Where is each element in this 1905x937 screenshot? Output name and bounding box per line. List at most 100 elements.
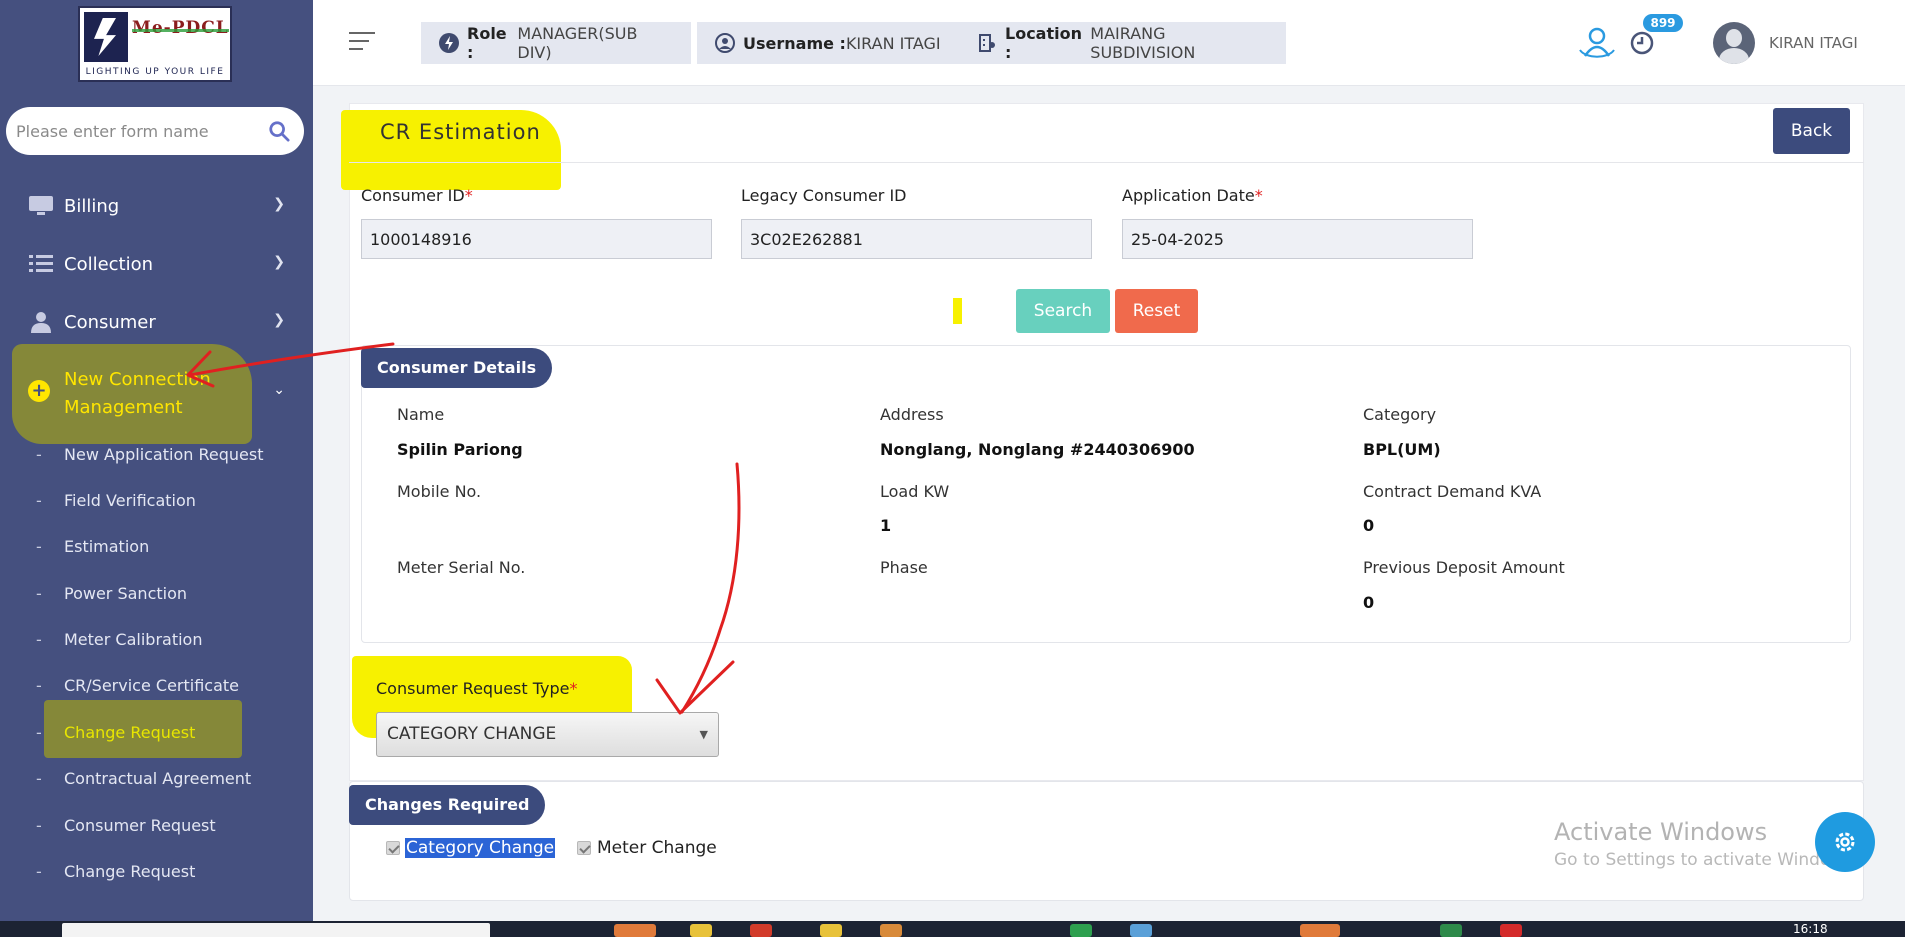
excel-icon[interactable] <box>1440 924 1462 937</box>
back-button[interactable]: Back <box>1773 108 1850 154</box>
form-search <box>6 107 304 155</box>
building-icon <box>979 34 995 52</box>
user-icon <box>28 309 54 335</box>
username-value: KIRAN ITAGI <box>845 33 941 53</box>
taskbar-app-icon[interactable] <box>880 924 902 937</box>
username-label: Username : <box>743 33 846 53</box>
highlight-mark <box>953 298 962 324</box>
sidebar-item-label: Management <box>64 397 183 418</box>
sidebar-sub-power-sanction[interactable]: - Power Sanction <box>0 580 313 610</box>
sidebar-item-consumer[interactable]: Consumer ❯ <box>0 298 313 346</box>
taskbar-app-icon[interactable] <box>614 924 656 937</box>
location-chip: Location : MAIRANG SUBDIVISION <box>959 22 1286 64</box>
request-type-select[interactable]: CATEGORY CHANGE ▼ <box>376 712 719 757</box>
dash-icon: - <box>36 862 42 881</box>
legacy-consumer-id-label: Legacy Consumer ID <box>741 186 907 205</box>
sidebar-sub-contractual-agreement[interactable]: - Contractual Agreement <box>0 765 313 795</box>
request-type-label: Consumer Request Type* <box>376 679 578 698</box>
plus-circle-icon: + <box>28 380 50 402</box>
chevron-right-icon: ❯ <box>273 312 285 328</box>
changes-required-heading: Changes Required <box>349 785 546 825</box>
taskbar-app-icon[interactable] <box>1130 924 1152 937</box>
username-chip: Username : KIRAN ITAGI <box>697 22 967 64</box>
sidebar-sub-new-application-request[interactable]: - New Application Request <box>0 441 313 471</box>
taskbar-app-icon[interactable] <box>820 924 842 937</box>
category-change-checkbox[interactable] <box>386 841 400 855</box>
taskbar-clock: 16:18 <box>1793 922 1828 936</box>
location-value: MAIRANG SUBDIVISION <box>1090 24 1196 62</box>
role-label: Role : <box>467 24 507 62</box>
sidebar-sub-change-request-2[interactable]: - Change Request <box>0 858 313 888</box>
user-sync-icon[interactable] <box>1577 26 1617 62</box>
monitor-icon <box>28 193 54 219</box>
sidebar-item-billing[interactable]: Billing ❯ <box>0 182 313 230</box>
form-search-input[interactable] <box>16 113 266 149</box>
taskbar-app-icon[interactable] <box>1500 924 1522 937</box>
search-icon[interactable] <box>268 120 290 142</box>
taskbar-app-icon[interactable] <box>1300 924 1340 937</box>
sidebar-item-new-connection-management[interactable]: + New Connection Management ⌄ <box>0 360 313 430</box>
name-value: Spilin Pariong <box>397 440 523 459</box>
settings-fab[interactable] <box>1815 812 1875 872</box>
folder-icon[interactable] <box>690 924 712 937</box>
sidebar-sub-estimation[interactable]: - Estimation <box>0 533 313 563</box>
chevron-down-icon: ⌄ <box>273 382 285 398</box>
sidebar-sub-cr-service-certificate[interactable]: - CR/Service Certificate <box>0 672 313 702</box>
deposit-label: Previous Deposit Amount <box>1363 558 1565 577</box>
bolt-circle-icon <box>439 33 459 53</box>
logo-tagline: LIGHTING UP YOUR LIFE <box>85 67 225 77</box>
sidebar-sub-consumer-request[interactable]: - Consumer Request <box>0 812 313 842</box>
company-logo[interactable]: Me-PDCL LIGHTING UP YOUR LIFE <box>78 6 232 82</box>
category-value: BPL(UM) <box>1363 440 1441 459</box>
dash-icon: - <box>36 537 42 556</box>
category-change-label[interactable]: Category Change <box>405 838 556 858</box>
sidebar-sub-meter-calibration[interactable]: - Meter Calibration <box>0 626 313 656</box>
gear-icon <box>1835 832 1855 852</box>
meter-change-label[interactable]: Meter Change <box>597 838 717 858</box>
dash-icon: - <box>36 630 42 649</box>
chrome-icon[interactable] <box>750 924 772 937</box>
taskbar-search[interactable] <box>62 923 490 937</box>
consumer-details-section <box>361 345 1851 643</box>
address-label: Address <box>880 405 944 424</box>
clock-icon[interactable] <box>1629 30 1655 56</box>
sidebar-item-label: Consumer <box>64 311 156 333</box>
dash-icon: - <box>36 445 42 464</box>
page-title: CR Estimation <box>380 120 541 144</box>
sidebar-item-label: New Connection <box>64 369 211 390</box>
meter-change-checkbox[interactable] <box>577 841 591 855</box>
chevron-right-icon: ❯ <box>273 254 285 270</box>
taskbar-app-icon[interactable] <box>1070 924 1092 937</box>
reset-button[interactable]: Reset <box>1115 289 1198 333</box>
consumer-id-input[interactable] <box>361 219 712 259</box>
header-user-name[interactable]: KIRAN ITAGI <box>1769 34 1858 52</box>
sidebar-sub-field-verification[interactable]: - Field Verification <box>0 487 313 517</box>
divider <box>349 162 1864 163</box>
category-label: Category <box>1363 405 1437 424</box>
address-value: Nonglang, Nonglang #2440306900 <box>880 440 1195 459</box>
request-type-value: CATEGORY CHANGE <box>387 724 557 744</box>
top-header: Role : MANAGER(SUB DIV) Username : KIRAN I… <box>313 0 1905 86</box>
deposit-value: 0 <box>1363 593 1375 612</box>
role-value: MANAGER(SUB DIV) <box>517 24 638 62</box>
avatar[interactable] <box>1713 22 1755 64</box>
logo-brand: Me-PDCL <box>132 18 229 38</box>
consumer-id-label: Consumer ID* <box>361 186 473 205</box>
windows-taskbar: 16:18 <box>0 921 1905 937</box>
sidebar-item-collection[interactable]: Collection ❯ <box>0 240 313 288</box>
sidebar-item-label: Collection <box>64 253 154 275</box>
application-date-input[interactable] <box>1122 219 1473 259</box>
load-kw-label: Load KW <box>880 482 950 501</box>
mobile-label: Mobile No. <box>397 482 482 501</box>
contract-demand-label: Contract Demand KVA <box>1363 482 1542 501</box>
hamburger-menu-icon[interactable] <box>349 32 375 52</box>
sidebar-item-label: Billing <box>64 195 120 217</box>
activate-windows-subtitle: Go to Settings to activate Windows. <box>1554 850 1859 870</box>
legacy-consumer-id-input[interactable] <box>741 219 1092 259</box>
chevron-right-icon: ❯ <box>273 196 285 212</box>
consumer-details-heading: Consumer Details <box>361 348 553 388</box>
load-kw-value: 1 <box>880 516 892 535</box>
search-button[interactable]: Search <box>1016 289 1110 333</box>
sidebar: Me-PDCL LIGHTING UP YOUR LIFE Billing ❯ … <box>0 0 313 937</box>
sidebar-sub-change-request[interactable]: - Change Request <box>0 719 313 749</box>
